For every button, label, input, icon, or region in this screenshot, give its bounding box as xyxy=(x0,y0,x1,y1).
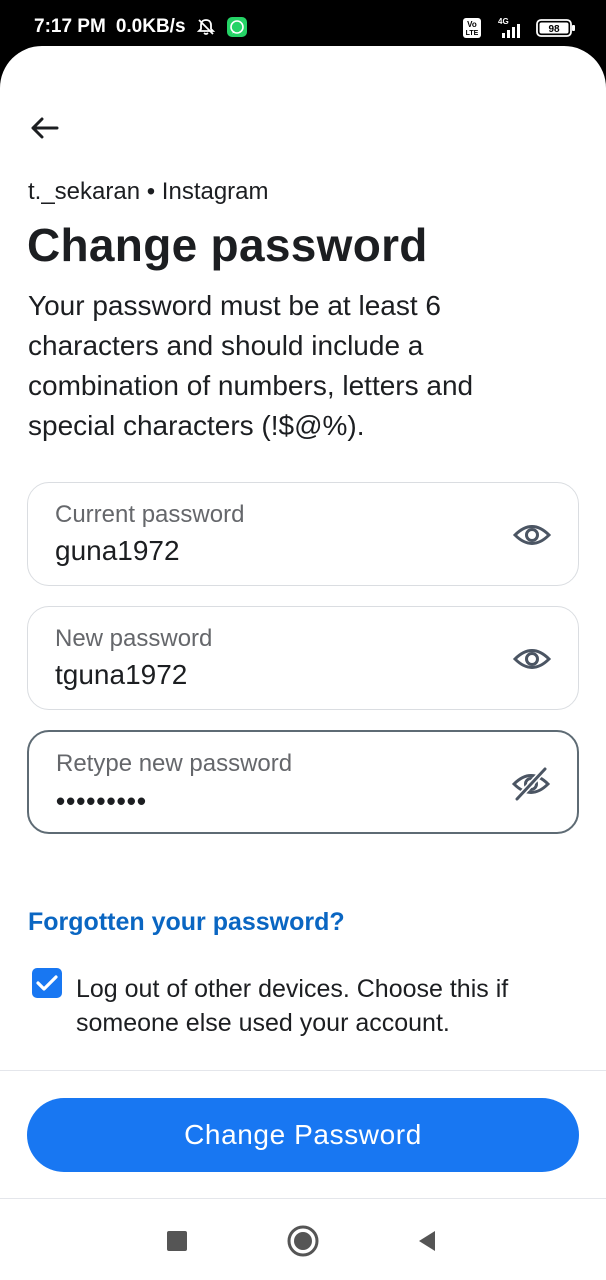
password-requirements-text: Your password must be at least 6 charact… xyxy=(28,290,474,441)
home-circle-icon[interactable] xyxy=(286,1224,320,1258)
eye-icon[interactable] xyxy=(512,515,552,555)
current-password-label: Current password xyxy=(55,501,245,528)
signal-icon: 4G xyxy=(492,16,526,45)
page-title: Change password xyxy=(27,219,428,271)
svg-text:Vo: Vo xyxy=(467,20,477,29)
change-password-button[interactable]: Change Password xyxy=(27,1098,579,1172)
back-button[interactable] xyxy=(22,106,66,150)
status-time: 7:17 PM xyxy=(34,16,106,37)
battery-level: 98 xyxy=(548,24,560,35)
retype-password-value: ••••••••• xyxy=(56,786,147,816)
volte-icon: Vo LTE xyxy=(462,17,482,44)
eye-off-icon[interactable] xyxy=(511,764,551,804)
whatsapp-icon xyxy=(226,16,248,38)
forgot-password-link[interactable]: Forgotten your password? xyxy=(28,908,345,937)
mute-icon xyxy=(196,17,216,37)
footer-divider xyxy=(0,1070,606,1071)
current-password-field[interactable]: Current password guna1972 xyxy=(27,482,579,586)
system-nav-bar xyxy=(0,1200,606,1280)
check-icon xyxy=(36,975,58,991)
current-password-value: guna1972 xyxy=(55,535,180,566)
new-password-field[interactable]: New password tguna1972 xyxy=(27,606,579,710)
new-password-label: New password xyxy=(55,625,213,652)
change-password-sheet: t._sekaran • Instagram Change password Y… xyxy=(0,46,606,1280)
retype-password-field[interactable]: Retype new password ••••••••• xyxy=(27,730,579,834)
status-left: 7:17 PM 0.0KB/s xyxy=(34,16,248,38)
logout-option-text: Log out of other devices. Choose this if… xyxy=(76,975,509,1037)
back-triangle-icon[interactable] xyxy=(410,1224,444,1258)
account-label: t._sekaran • Instagram xyxy=(28,178,269,205)
status-right: Vo LTE 4G 98 xyxy=(462,16,576,45)
new-password-value: tguna1972 xyxy=(55,659,188,690)
eye-icon[interactable] xyxy=(512,639,552,679)
battery-icon: 98 xyxy=(536,18,576,43)
nav-divider xyxy=(0,1198,606,1199)
logout-other-devices-option[interactable]: Log out of other devices. Choose this if… xyxy=(32,968,572,1040)
logout-checkbox[interactable] xyxy=(32,968,62,998)
status-speed: 0.0KB/s xyxy=(115,16,186,37)
svg-text:4G: 4G xyxy=(498,17,509,26)
svg-text:LTE: LTE xyxy=(466,30,479,37)
arrow-left-icon xyxy=(31,117,59,139)
recents-square-icon[interactable] xyxy=(160,1224,194,1258)
retype-password-label: Retype new password xyxy=(56,750,293,777)
